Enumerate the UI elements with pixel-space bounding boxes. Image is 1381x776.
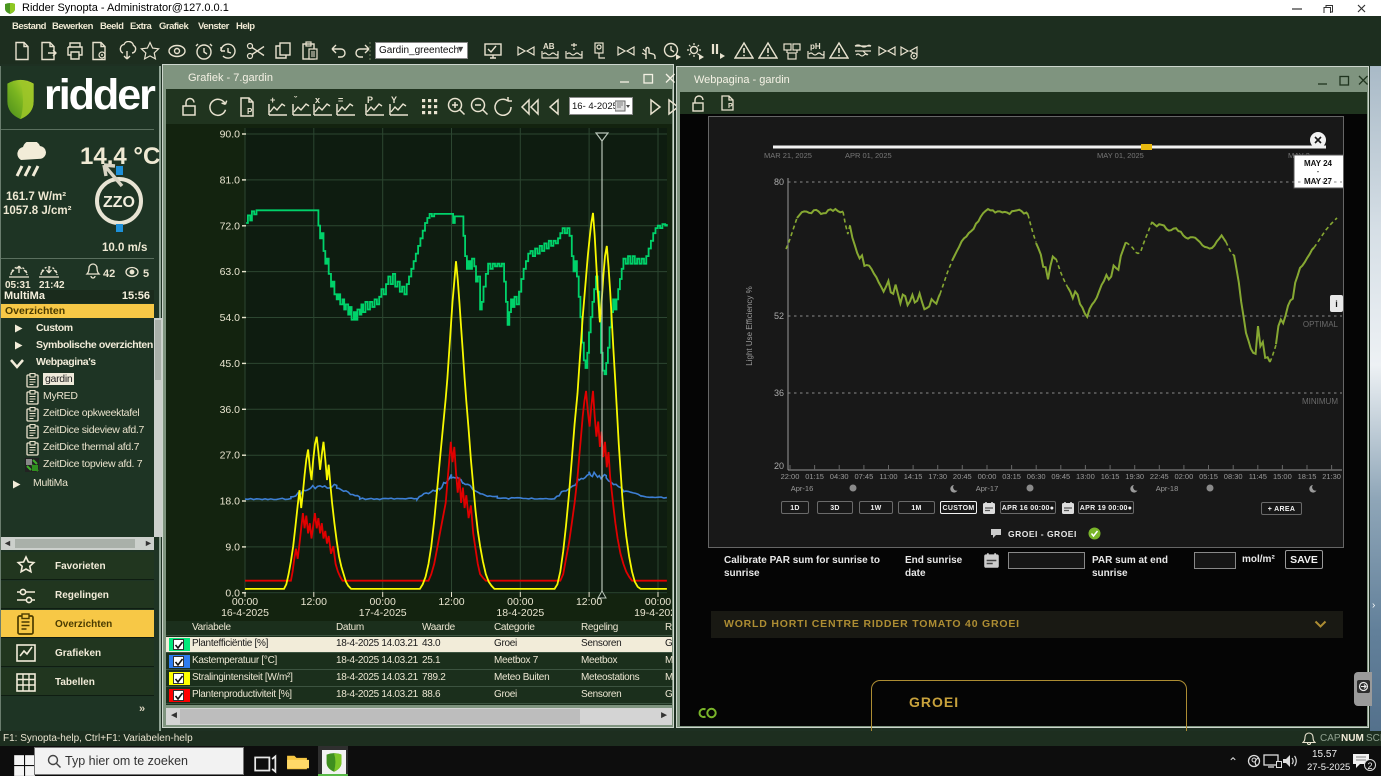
- svg-text:01:15: 01:15: [805, 472, 824, 481]
- svg-text:P: P: [728, 103, 733, 110]
- svg-text:MINIMUM: MINIMUM: [1302, 397, 1338, 406]
- svg-text:12:00: 12:00: [438, 596, 464, 608]
- svg-text:14:15: 14:15: [904, 472, 923, 481]
- svg-text:08:30: 08:30: [1224, 472, 1243, 481]
- svg-text:20:45: 20:45: [953, 472, 972, 481]
- svg-text:12:00: 12:00: [576, 596, 602, 608]
- svg-text:22:45: 22:45: [1150, 472, 1169, 481]
- svg-text:72.0: 72.0: [220, 220, 241, 232]
- svg-text:18.0: 18.0: [220, 496, 241, 508]
- svg-text:11:45: 11:45: [1249, 472, 1267, 481]
- svg-text:19-4-2025: 19-4-2025: [634, 607, 672, 619]
- svg-text:81.0: 81.0: [220, 174, 241, 186]
- svg-text:Apr-16: Apr-16: [791, 484, 814, 493]
- svg-text:Apr-18: Apr-18: [1156, 484, 1179, 493]
- svg-text:11:00: 11:00: [879, 472, 897, 481]
- svg-text:22:00: 22:00: [781, 472, 800, 481]
- svg-text:=: =: [338, 96, 343, 105]
- svg-text:27.0: 27.0: [220, 450, 241, 462]
- svg-text:15:00: 15:00: [1273, 472, 1292, 481]
- svg-text:90.0: 90.0: [220, 129, 241, 141]
- svg-text:i: i: [1335, 299, 1338, 309]
- svg-text:Apr-17: Apr-17: [976, 484, 999, 493]
- svg-text:MAR 21, 2025: MAR 21, 2025: [764, 151, 812, 160]
- svg-text:12:00: 12:00: [301, 596, 327, 608]
- svg-text:06:30: 06:30: [1027, 472, 1046, 481]
- svg-text:Light Use Efficiency %: Light Use Efficiency %: [745, 286, 754, 365]
- svg-text:+: +: [270, 96, 275, 105]
- svg-text:07:45: 07:45: [855, 472, 874, 481]
- svg-text:18-4-2025: 18-4-2025: [496, 607, 544, 619]
- svg-text:19:30: 19:30: [1125, 472, 1144, 481]
- svg-text:x: x: [315, 96, 320, 105]
- svg-text:MAY 01, 2025: MAY 01, 2025: [1097, 151, 1144, 160]
- svg-text:36: 36: [774, 388, 784, 398]
- svg-text:02:00: 02:00: [1175, 472, 1194, 481]
- svg-text:05:15: 05:15: [1199, 472, 1218, 481]
- svg-text:00:00: 00:00: [978, 472, 997, 481]
- svg-text:ZZO: ZZO: [103, 194, 135, 211]
- svg-text:03:15: 03:15: [1002, 472, 1021, 481]
- svg-text:04:30: 04:30: [830, 472, 849, 481]
- svg-text:9.0: 9.0: [225, 541, 240, 553]
- svg-text:5: 5: [143, 268, 149, 280]
- svg-text:OPTIMAL: OPTIMAL: [1303, 320, 1339, 329]
- svg-text:36.0: 36.0: [220, 404, 241, 416]
- svg-text:63.0: 63.0: [220, 266, 241, 278]
- svg-text:APR 01, 2025: APR 01, 2025: [845, 151, 892, 160]
- svg-text:-: -: [1317, 167, 1320, 176]
- svg-text:80: 80: [774, 177, 784, 187]
- svg-text:42: 42: [103, 268, 115, 280]
- svg-text:45.0: 45.0: [220, 358, 241, 370]
- svg-text:54.0: 54.0: [220, 312, 241, 324]
- svg-text:pH: pH: [810, 42, 821, 51]
- svg-text:P: P: [247, 107, 253, 116]
- svg-text:16:15: 16:15: [1101, 472, 1120, 481]
- svg-text:17:30: 17:30: [928, 472, 947, 481]
- svg-text:17-4-2025: 17-4-2025: [359, 607, 407, 619]
- svg-text:52: 52: [774, 311, 784, 321]
- svg-text:AB: AB: [543, 42, 555, 51]
- svg-text:P: P: [367, 96, 373, 105]
- svg-text:16-4-2025: 16-4-2025: [221, 607, 269, 619]
- svg-text:13:00: 13:00: [1076, 472, 1095, 481]
- svg-text:09:45: 09:45: [1051, 472, 1070, 481]
- svg-text:20: 20: [774, 461, 784, 471]
- svg-text:ˇ: ˇ: [294, 96, 298, 105]
- svg-text:21:30: 21:30: [1322, 472, 1341, 481]
- svg-text:18:15: 18:15: [1298, 472, 1317, 481]
- svg-text:2: 2: [1367, 761, 1372, 771]
- svg-text:Y: Y: [391, 96, 397, 105]
